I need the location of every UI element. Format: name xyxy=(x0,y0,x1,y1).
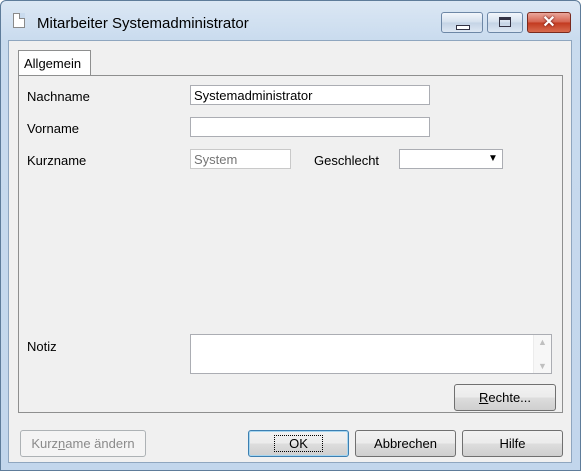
minimize-icon xyxy=(456,25,470,30)
vorname-field[interactable] xyxy=(190,117,430,137)
kurzname-label: Kurzname xyxy=(27,153,87,168)
document-icon xyxy=(13,13,25,28)
window-title: Mitarbeiter Systemadministrator xyxy=(37,15,249,32)
abbrechen-label: Abbrechen xyxy=(374,436,437,451)
geschlecht-label: Geschlecht xyxy=(314,153,380,168)
maximize-button[interactable] xyxy=(487,12,523,33)
tab-label: Allgemein xyxy=(24,56,82,71)
close-button[interactable]: ✕ xyxy=(527,12,571,33)
nachname-label: Nachname xyxy=(27,89,90,104)
notiz-label: Notiz xyxy=(27,339,57,354)
geschlecht-dropdown[interactable]: ▼ xyxy=(399,149,503,169)
dialog-client-area: Allgemein Nachname Vorname Kurzname Gesc… xyxy=(8,40,572,463)
tab-allgemein[interactable]: Allgemein xyxy=(18,50,91,76)
rechte-button[interactable]: Rechte... xyxy=(454,384,556,411)
dialog-window: Mitarbeiter Systemadministrator ✕ Allgem… xyxy=(0,0,581,471)
notiz-field[interactable]: ▲ ▼ xyxy=(190,334,552,374)
vorname-label: Vorname xyxy=(27,121,80,136)
title-bar[interactable]: Mitarbeiter Systemadministrator ✕ xyxy=(1,1,580,41)
dropdown-arrow-icon[interactable]: ▼ xyxy=(486,151,500,167)
scroll-up-icon[interactable]: ▲ xyxy=(534,337,551,347)
notiz-scrollbar[interactable]: ▲ ▼ xyxy=(533,335,551,373)
kurzname-aendern-button[interactable]: Kurzname ändern xyxy=(20,430,146,457)
abbrechen-button[interactable]: Abbrechen xyxy=(355,430,456,457)
nachname-field[interactable] xyxy=(190,85,430,105)
minimize-button[interactable] xyxy=(441,12,483,33)
hilfe-button[interactable]: Hilfe xyxy=(462,430,563,457)
ok-label: OK xyxy=(274,435,323,452)
kurzname-field[interactable] xyxy=(190,149,291,169)
maximize-icon xyxy=(499,17,511,27)
rechte-mnemonic: R xyxy=(478,390,489,405)
ok-button[interactable]: OK xyxy=(248,430,349,457)
tab-panel-allgemein: Nachname Vorname Kurzname Geschlecht ▼ N… xyxy=(18,75,563,413)
close-icon: ✕ xyxy=(542,14,556,31)
scroll-down-icon[interactable]: ▼ xyxy=(534,361,551,371)
hilfe-label: Hilfe xyxy=(499,436,526,451)
